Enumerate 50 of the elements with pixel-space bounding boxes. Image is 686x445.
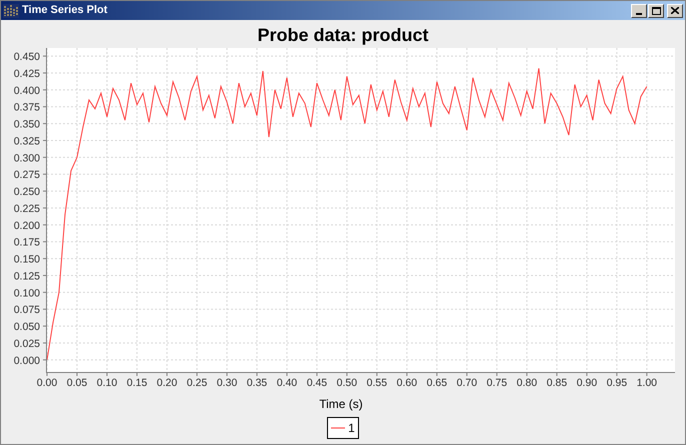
legend-label: 1 [348,421,355,435]
x-tick-label: 0.55 [366,377,388,389]
x-tick-label: 0.70 [456,377,478,389]
x-tick-label: 0.75 [486,377,508,389]
y-tick-label: 0.450 [14,51,40,64]
y-tick-label: 0.100 [14,287,40,300]
x-tick-label: 0.20 [156,377,178,389]
x-tick-label: 0.90 [576,377,598,389]
y-tick-label: 0.025 [14,338,40,350]
x-tick-label: 0.30 [216,377,238,389]
x-tick-label: 0.35 [246,377,268,389]
minimize-button[interactable] [631,4,647,18]
x-tick-label: 0.10 [96,377,118,389]
app-icon [3,4,19,18]
x-tick-label: 0.85 [546,377,568,389]
y-tick-label: 0.425 [14,68,40,80]
y-tick-label: 0.075 [14,304,40,316]
y-tick-label: 0.150 [14,254,40,266]
y-tick-label: 0.125 [14,270,40,282]
y-tick-label: 0.350 [14,118,40,131]
window-title: Time Series Plot [22,3,108,18]
x-tick-label: 1.00 [636,377,658,389]
y-tick-label: 0.200 [14,220,40,232]
y-tick-label: 0.175 [14,236,40,249]
maximize-button[interactable] [648,4,664,18]
x-tick-label: 0.00 [36,377,58,389]
x-tick-label: 0.80 [516,377,538,389]
y-tick-label: 0.325 [14,135,40,148]
y-tick-label: 0.300 [14,152,40,164]
chart-title: Probe data: product [256,24,430,46]
x-tick-label: 0.50 [336,377,358,389]
close-button[interactable] [667,4,683,18]
y-tick-label: 0.225 [14,202,40,215]
legend-line-icon [331,427,346,429]
y-tick-label: 0.375 [14,102,40,114]
x-tick-label: 0.25 [186,377,208,389]
x-tick-label: 0.05 [66,377,88,389]
x-axis-label: Time (s) [319,397,363,411]
x-tick-label: 0.65 [426,377,448,389]
y-tick-label: 0.400 [14,84,40,97]
y-tick-label: 0.050 [14,321,40,334]
y-tick-label: 0.000 [14,354,40,367]
y-tick-label: 0.275 [14,169,40,182]
x-tick-label: 0.15 [126,377,148,389]
x-tick-label: 0.45 [306,377,328,389]
x-tick-label: 0.40 [276,377,298,389]
close-icon [671,7,679,14]
x-tick-label: 0.60 [396,377,418,389]
y-tick-label: 0.250 [14,186,40,198]
x-tick-label: 0.95 [606,377,628,389]
